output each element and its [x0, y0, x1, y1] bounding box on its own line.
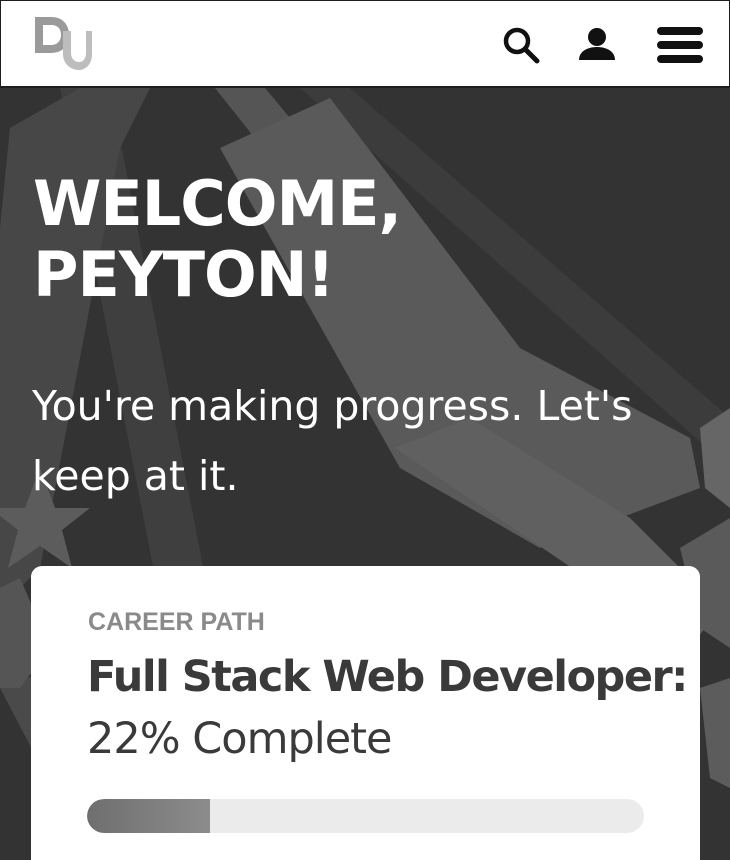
search-icon[interactable] — [497, 21, 545, 69]
welcome-heading: WELCOME, PEYTON! — [33, 168, 593, 310]
top-nav-bar — [0, 0, 730, 88]
welcome-subtitle: You're making progress. Let's keep at it… — [32, 382, 633, 500]
logo-graphic — [35, 17, 92, 70]
career-progress-bar — [87, 799, 644, 833]
career-path-eyebrow: CAREER PATH — [88, 608, 265, 636]
career-path-name: Full Stack Web Developer: — [87, 652, 688, 702]
career-progress-fill — [87, 799, 210, 833]
welcome-hero: WELCOME, PEYTON! You're making progress.… — [0, 88, 730, 860]
welcome-heading-line2: PEYTON! — [33, 238, 335, 311]
hamburger-menu-icon[interactable] — [653, 21, 709, 69]
career-path-title[interactable]: Full Stack Web Developer: 22% Complete — [87, 646, 688, 770]
career-path-card[interactable]: CAREER PATH Full Stack Web Developer: 22… — [31, 566, 700, 860]
career-path-completion: 22% Complete — [87, 714, 392, 764]
welcome-heading-line1: WELCOME, — [33, 167, 402, 240]
dq-logo-icon[interactable] — [31, 13, 93, 71]
user-icon[interactable] — [573, 21, 621, 69]
